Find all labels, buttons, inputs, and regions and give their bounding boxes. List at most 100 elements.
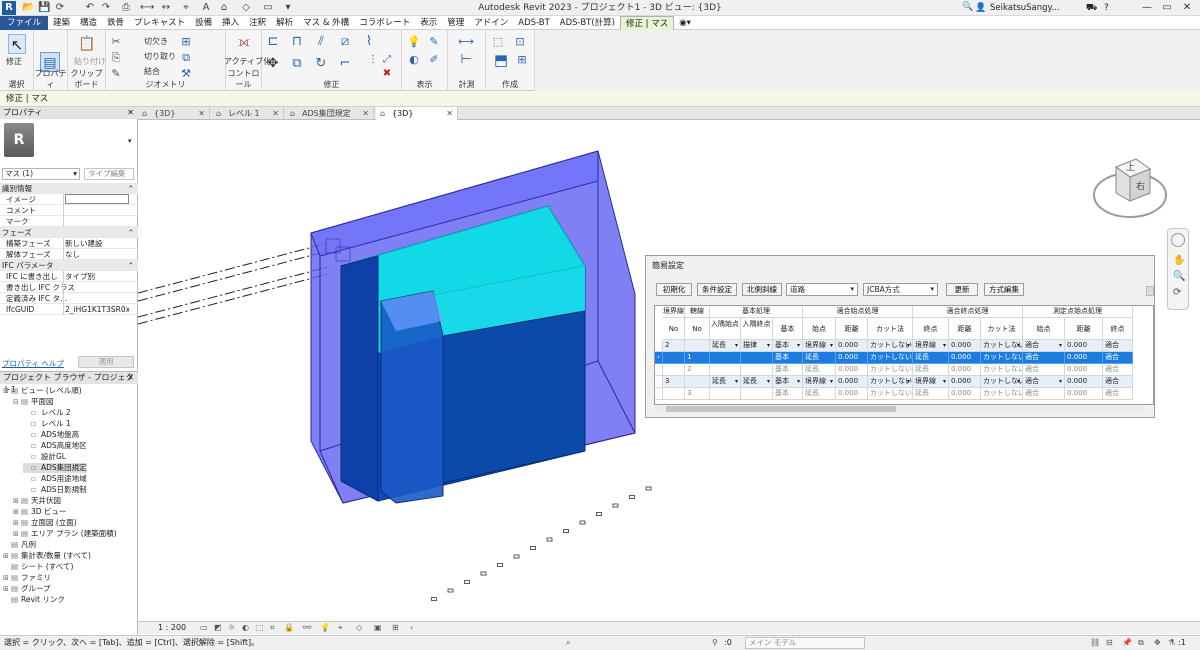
property-row[interactable]: マーク xyxy=(0,216,138,227)
grid-cell[interactable]: 境界線 ▾ xyxy=(803,340,836,352)
browser-item[interactable]: ▫ レベル 1 xyxy=(23,419,71,429)
grid-cell[interactable]: 適合 xyxy=(1103,340,1133,352)
select-by-face-icon[interactable]: ⧉ xyxy=(1138,636,1144,650)
steering-wheel-icon[interactable] xyxy=(1171,233,1185,247)
grid-cell[interactable]: 適合 xyxy=(1023,364,1065,376)
switch-window-icon[interactable]: ▭ xyxy=(262,2,274,14)
grid-horizontal-scrollbar[interactable] xyxy=(654,405,1144,413)
grid-cell[interactable]: 0.000 xyxy=(836,352,868,364)
chevron-down-icon[interactable]: ▾ xyxy=(943,340,946,351)
grid-cell[interactable] xyxy=(685,376,710,388)
grid-cell[interactable]: 0.000 xyxy=(1065,388,1103,400)
close-tab-icon[interactable]: ✕ xyxy=(446,107,453,120)
linework-icon[interactable]: ✐ xyxy=(426,52,442,68)
browser-item[interactable]: ⊞ ▤ エリア プラン (建築面積) xyxy=(13,529,117,539)
chevron-down-icon[interactable]: ▾ xyxy=(767,340,770,351)
maximize-icon[interactable]: ▭ xyxy=(1158,0,1176,16)
grid-cell[interactable]: 描律 ▾ xyxy=(741,340,773,352)
tree-toggle-icon[interactable]: ⊞ xyxy=(13,518,21,528)
browser-item[interactable]: ▫ ADS集団規定 xyxy=(23,463,87,473)
property-row[interactable]: 構築フェーズ 新しい建設 xyxy=(0,238,138,249)
create-similar-icon[interactable]: ⬚ xyxy=(490,34,506,50)
menu-tab[interactable]: 注釈 xyxy=(244,16,271,30)
close-properties-icon[interactable]: ✕ xyxy=(127,107,134,119)
browser-item[interactable]: ⊟ ▤ 平面図 xyxy=(13,397,54,407)
properties-help-link[interactable]: プロパティ ヘルプ xyxy=(2,358,64,369)
cart-icon[interactable]: ⛟ xyxy=(1086,0,1097,16)
join-label[interactable]: 結合 xyxy=(144,66,160,77)
crop-icon[interactable]: ⌗ xyxy=(270,622,275,634)
menu-tab[interactable]: 構造 xyxy=(75,16,102,30)
grid-cell[interactable]: 基本 xyxy=(773,364,803,376)
grid-cell[interactable]: 0.000 xyxy=(836,388,868,400)
close-tab-icon[interactable]: ✕ xyxy=(198,107,205,120)
grid-cell[interactable]: 2 xyxy=(685,364,710,376)
tree-toggle-icon[interactable]: ⊟ xyxy=(3,386,11,396)
grid-cell[interactable]: 延長 xyxy=(913,364,949,376)
grid-cell[interactable] xyxy=(710,388,741,400)
grid-cell[interactable]: カットしない xyxy=(981,388,1023,400)
menu-tab[interactable]: 解析 xyxy=(271,16,298,30)
browser-item[interactable]: ⊟ ▤ ビュー (レベル順) xyxy=(3,386,82,396)
worksets-icon[interactable]: ⌕ xyxy=(566,636,570,650)
view-tab[interactable]: ⌂ {3D} ✕ xyxy=(138,107,210,120)
grid-cell[interactable]: カットしない ▾ xyxy=(868,340,913,352)
wall-join-icon[interactable]: ⊞ xyxy=(178,34,194,50)
mirror-draw-icon[interactable]: ⧄ xyxy=(336,34,354,52)
cut-remove-label[interactable]: 切り取り xyxy=(144,51,176,62)
grid-cell[interactable]: 延長 xyxy=(913,352,949,364)
browser-item[interactable]: ▤ Revit リンク xyxy=(3,595,65,605)
lock-view-icon[interactable]: 🔒 xyxy=(284,622,294,634)
grid-cell[interactable]: 0.000 xyxy=(949,340,981,352)
chevron-down-icon[interactable]: ▾ xyxy=(830,340,833,351)
type-thumbnail[interactable]: R xyxy=(4,123,34,157)
temp-properties-icon[interactable]: ⊞ xyxy=(392,622,399,634)
worksharing-icon[interactable]: ⌖ xyxy=(338,622,343,634)
grid-cell[interactable]: カットしない xyxy=(868,388,913,400)
grid-column-header[interactable]: カット法 xyxy=(868,318,913,340)
grid-cell[interactable]: 0.000 xyxy=(1065,352,1103,364)
filter-icon[interactable]: ⚗ xyxy=(1168,636,1175,650)
grid-cell[interactable] xyxy=(710,364,741,376)
method-select[interactable]: JCBA方式 ▾ xyxy=(863,283,938,296)
collapse-icon[interactable]: ⌃ xyxy=(128,260,134,271)
menu-tab[interactable]: ファイル xyxy=(0,16,49,30)
browser-item[interactable]: ▫ ADS日影規制 xyxy=(23,485,87,495)
browser-item[interactable]: ⊞ ▤ 3D ビュー xyxy=(13,507,66,517)
browser-item[interactable]: ▫ ADS地盤高 xyxy=(23,430,79,440)
close-icon[interactable]: ✕ xyxy=(1178,0,1196,16)
render-icon[interactable]: ⬚ xyxy=(256,622,264,634)
north-slant-button[interactable]: 北側斜線 xyxy=(742,283,782,296)
grid-column-header[interactable]: 距離 xyxy=(1065,318,1103,340)
row-header[interactable]: › xyxy=(655,352,663,364)
tree-toggle-icon[interactable]: ⊞ xyxy=(13,529,21,539)
close-tab-icon[interactable]: ✕ xyxy=(362,107,369,120)
grid-cell[interactable]: 境界線 ▾ xyxy=(803,376,836,388)
close-tab-icon[interactable]: ✕ xyxy=(272,107,279,120)
editing-requests-icon[interactable]: ⚲ xyxy=(712,636,718,650)
sync-icon[interactable]: ⟳ xyxy=(54,2,66,14)
browser-item[interactable]: ▫ ADS用途地域 xyxy=(23,474,87,484)
property-row[interactable]: IfcGUID 2_iHG1K1T3SR0x... xyxy=(0,304,138,315)
grid-cell[interactable]: 延長 xyxy=(803,388,836,400)
grid-cell[interactable]: 適合 xyxy=(1023,388,1065,400)
close-browser-icon[interactable]: ✕ xyxy=(127,372,134,384)
grid-cell[interactable]: カットしない ▾ xyxy=(981,340,1023,352)
grid-column-header[interactable]: 終点 xyxy=(1103,318,1133,340)
grid-column-header[interactable]: 距離 xyxy=(949,318,981,340)
copy-icon[interactable]: ⎘ xyxy=(108,50,124,66)
property-group-header[interactable]: IFC パラメータ ⌃ xyxy=(0,260,138,271)
grid-cell[interactable]: 2 xyxy=(663,340,685,352)
sun-path-icon[interactable]: ☼ xyxy=(228,622,235,634)
browser-item[interactable]: ⊞ ▤ ファミリ xyxy=(3,573,51,583)
grid-cell[interactable]: 0.000 xyxy=(836,340,868,352)
grid-cell[interactable] xyxy=(741,388,773,400)
grid-column-header[interactable]: カット法 xyxy=(981,318,1023,340)
grid-cell[interactable]: カットしない ▾ xyxy=(868,376,913,388)
grid-column-header[interactable]: 基本 xyxy=(773,318,803,340)
row-header[interactable] xyxy=(655,376,663,388)
lightbulb-icon[interactable]: 💡 xyxy=(406,34,422,50)
revit-logo-icon[interactable]: R xyxy=(2,1,16,15)
menu-tab[interactable]: 管理 xyxy=(442,16,469,30)
chevron-down-icon[interactable]: ▾ xyxy=(1059,376,1062,387)
